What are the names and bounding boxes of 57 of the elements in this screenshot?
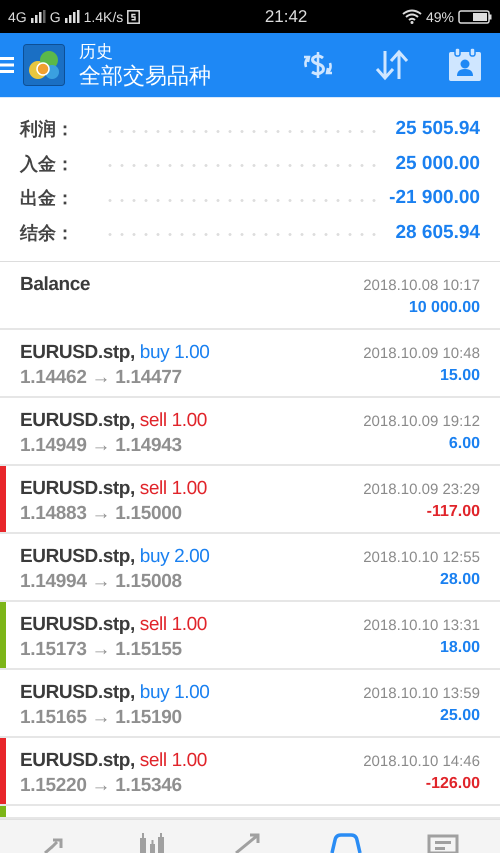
deal-time: 2018.10.09 19:12 (363, 413, 480, 430)
deal-time: 2018.10.10 13:59 (363, 685, 480, 702)
operation-title: Balance (20, 274, 90, 296)
deal-time: 2018.10.10 12:55 (363, 549, 480, 566)
history-tab-icon[interactable] (329, 832, 363, 853)
price-range: 1.14949 → 1.14943 (20, 435, 183, 457)
app-logo-icon (23, 44, 65, 86)
battery-icon (458, 10, 492, 24)
profit-value: 28.00 (440, 571, 480, 589)
network-label: 4G (8, 8, 27, 24)
profit-value: -117.00 (426, 503, 480, 521)
news-tab-icon[interactable] (425, 832, 459, 853)
signal-icon (30, 10, 46, 23)
wifi-icon (402, 9, 422, 24)
summary-label: 结余： (20, 222, 75, 245)
battery-percent: 49% (426, 8, 454, 24)
summary-label: 入金： (20, 152, 75, 176)
deal-title: EURUSD.stp, sell 1.00 (20, 750, 207, 772)
profit-value: 15.00 (440, 367, 480, 385)
summary-value: 25 505.94 (395, 118, 480, 140)
screen-title: 历史 (79, 40, 114, 62)
deal-title: EURUSD.stp, sell 1.00 (20, 410, 207, 432)
network-speed: 1.4K/s (84, 8, 124, 24)
sim-icon (127, 10, 140, 24)
price-range: 1.15165 → 1.15190 (20, 707, 183, 729)
deal-title: EURUSD.stp, buy 1.00 (20, 682, 210, 704)
deal-time: 2018.10.10 14:46 (363, 753, 480, 770)
summary-value: 25 000.00 (395, 152, 480, 175)
price-range: 1.15220 → 1.15346 (20, 775, 183, 797)
summary-label: 利润： (20, 118, 75, 142)
deal-title: EURUSD.stp, sell 1.00 (20, 614, 207, 636)
deal-time: 2018.10.09 10:48 (363, 345, 480, 362)
profit-value: 18.00 (440, 639, 480, 657)
price-range: 1.15173 → 1.15155 (20, 639, 183, 661)
price-range: 1.14883 → 1.15000 (20, 503, 183, 525)
price-range: 1.14994 → 1.15008 (20, 571, 183, 593)
deal-time: 2018.10.10 13:31 (363, 617, 480, 634)
deal-title: EURUSD.stp, sell 1.00 (20, 478, 207, 500)
calendar-person-icon[interactable] (448, 48, 482, 82)
deal-title: EURUSD.stp, buy 2.00 (20, 546, 210, 568)
sort-icon[interactable] (374, 49, 410, 81)
deal-time: 2018.10.09 23:29 (363, 481, 480, 498)
profit-value: 25.00 (440, 707, 480, 725)
menu-icon[interactable] (0, 56, 14, 74)
signal-icon (64, 10, 80, 23)
deal-time: 2018.10.08 10:17 (363, 277, 480, 294)
summary-label: 出金： (20, 187, 75, 210)
profit-value: 10 000.00 (408, 299, 480, 317)
profit-value: 6.00 (448, 435, 480, 453)
network-label: G (50, 8, 61, 24)
price-range: 1.14462 → 1.14477 (20, 367, 183, 389)
symbol-filter[interactable]: 全部交易品种 (79, 62, 211, 90)
summary-value: -21 900.00 (389, 187, 480, 210)
deal-title: EURUSD.stp, buy 1.00 (20, 342, 210, 364)
summary-value: 28 605.94 (395, 222, 480, 244)
clock: 21:42 (264, 6, 308, 26)
profit-value: -126.00 (426, 775, 480, 793)
